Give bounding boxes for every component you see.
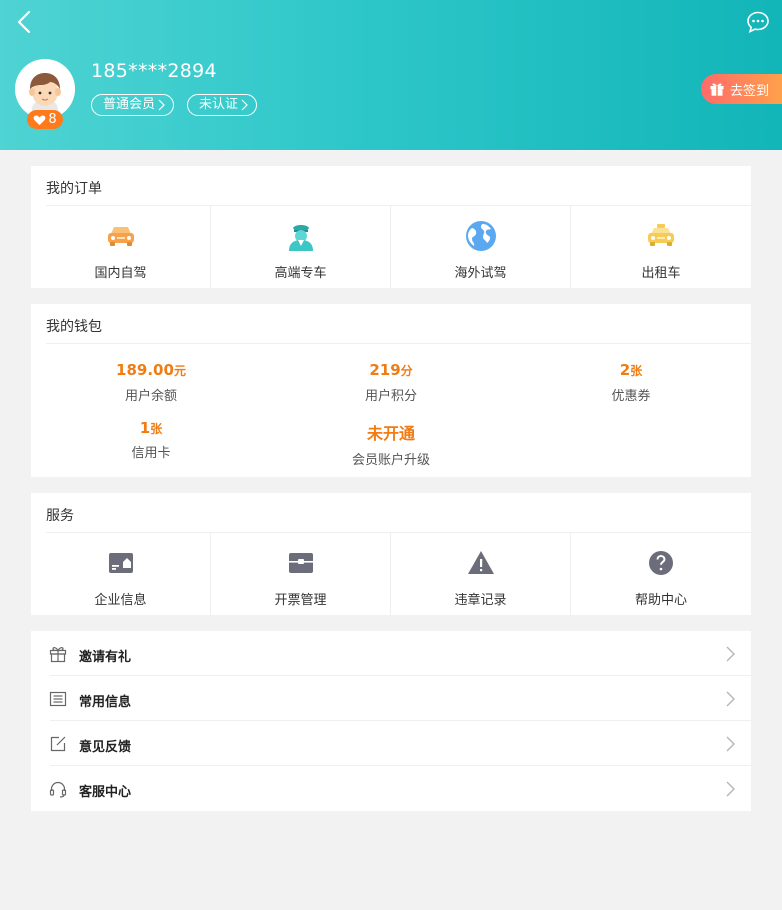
menu-label: 意见反馈 xyxy=(79,740,132,755)
menu-label: 常用信息 xyxy=(79,695,132,710)
wallet-card: 我的钱包 189.00元 用户余额 219分 用户积分 2张 优惠券 1张 信用… xyxy=(31,304,751,477)
order-label: 高端专车 xyxy=(274,266,327,281)
menu-label: 邀请有礼 xyxy=(79,650,132,665)
enterprise-card-icon xyxy=(109,553,133,573)
wallet-member-upgrade[interactable]: 未开通 会员账户升级 xyxy=(271,420,511,468)
order-label: 出租车 xyxy=(641,266,681,281)
checkin-label: 去签到 xyxy=(730,83,770,99)
order-overseas-testdrive[interactable]: 海外试驾 xyxy=(391,206,571,288)
points-unit: 分 xyxy=(400,364,413,378)
level-badge: 8 xyxy=(27,110,63,129)
help-icon xyxy=(649,551,673,575)
service-label: 企业信息 xyxy=(94,593,147,608)
wallet-balance[interactable]: 189.00元 用户余额 xyxy=(31,361,271,404)
gift-icon xyxy=(710,83,724,96)
auth-status-tag[interactable]: 未认证 xyxy=(187,94,258,116)
chevron-right-icon xyxy=(726,736,735,752)
service-help-center[interactable]: 帮助中心 xyxy=(571,533,751,615)
services-title: 服务 xyxy=(46,508,74,524)
wallet-credit-cards[interactable]: 1张 信用卡 xyxy=(31,419,271,461)
balance-label: 用户余额 xyxy=(124,389,177,404)
credit-cards-value: 1 xyxy=(139,419,151,437)
chevron-right-icon xyxy=(158,99,165,111)
orders-title: 我的订单 xyxy=(46,181,102,197)
menu-item-customer-service[interactable]: 客服中心 xyxy=(31,766,751,811)
chauffeur-icon xyxy=(289,225,313,251)
globe-icon xyxy=(466,221,496,251)
credit-cards-label: 信用卡 xyxy=(131,446,171,461)
warning-icon xyxy=(468,551,494,574)
level-value: 8 xyxy=(48,112,57,127)
car-icon xyxy=(108,227,134,246)
order-premium-chauffeur[interactable]: 高端专车 xyxy=(211,206,391,288)
services-grid: 企业信息 开票管理 违章记录 帮助中心 xyxy=(31,533,751,615)
menu-label: 客服中心 xyxy=(79,785,132,800)
list-icon xyxy=(49,691,67,707)
points-label: 用户积分 xyxy=(364,389,417,404)
service-label: 开票管理 xyxy=(274,593,327,608)
menu-list: 邀请有礼 常用信息 意见反馈 客服中心 xyxy=(31,631,751,811)
upgrade-label: 会员账户升级 xyxy=(351,453,430,468)
service-label: 违章记录 xyxy=(454,593,507,608)
upgrade-value: 未开通 xyxy=(366,424,415,443)
services-card: 服务 企业信息 开票管理 违章记录 帮助中心 xyxy=(31,493,751,615)
credit-cards-unit: 张 xyxy=(150,422,163,436)
checkin-button[interactable]: 去签到 xyxy=(701,74,782,104)
service-invoice-management[interactable]: 开票管理 xyxy=(211,533,391,615)
user-phone: 185****2894 xyxy=(91,60,217,82)
profile-header: 8 185****2894 普通会员 未认证 去签到 xyxy=(0,0,782,150)
orders-card: 我的订单 国内自驾 高端专车 海外试驾 出租车 xyxy=(31,166,751,288)
coupons-value: 2 xyxy=(619,361,631,379)
divider xyxy=(46,343,751,344)
menu-item-feedback[interactable]: 意见反馈 xyxy=(31,721,751,766)
points-value: 219 xyxy=(369,361,401,379)
service-label: 帮助中心 xyxy=(634,593,687,608)
wallet-points[interactable]: 219分 用户积分 xyxy=(271,361,511,404)
order-taxi[interactable]: 出租车 xyxy=(571,206,751,288)
coupons-label: 优惠券 xyxy=(611,389,651,404)
chevron-right-icon xyxy=(726,646,735,662)
back-arrow-icon[interactable] xyxy=(14,10,36,34)
member-level-label: 普通会员 xyxy=(103,97,156,112)
chevron-right-icon xyxy=(241,99,248,111)
order-label: 国内自驾 xyxy=(94,266,147,281)
service-enterprise-info[interactable]: 企业信息 xyxy=(31,533,211,615)
wallet-coupons[interactable]: 2张 优惠券 xyxy=(511,361,751,404)
taxi-icon xyxy=(648,224,674,246)
balance-unit: 元 xyxy=(173,364,186,378)
menu-item-common-info[interactable]: 常用信息 xyxy=(31,676,751,721)
order-domestic-selfdrive[interactable]: 国内自驾 xyxy=(31,206,211,288)
chevron-right-icon xyxy=(726,781,735,797)
invoice-icon xyxy=(289,553,313,573)
auth-status-label: 未认证 xyxy=(199,97,239,112)
headset-icon xyxy=(49,781,67,798)
orders-grid: 国内自驾 高端专车 海外试驾 出租车 xyxy=(31,206,751,288)
service-violation-records[interactable]: 违章记录 xyxy=(391,533,571,615)
chevron-right-icon xyxy=(726,691,735,707)
order-label: 海外试驾 xyxy=(454,266,507,281)
wallet-title: 我的钱包 xyxy=(46,319,102,335)
menu-item-invite[interactable]: 邀请有礼 xyxy=(31,631,751,676)
coupons-unit: 张 xyxy=(630,364,643,378)
edit-icon xyxy=(50,736,66,752)
message-icon[interactable] xyxy=(746,10,770,34)
gift-icon xyxy=(49,647,67,663)
heart-icon xyxy=(33,115,46,125)
balance-value: 189.00 xyxy=(116,361,174,379)
member-level-tag[interactable]: 普通会员 xyxy=(91,94,175,116)
